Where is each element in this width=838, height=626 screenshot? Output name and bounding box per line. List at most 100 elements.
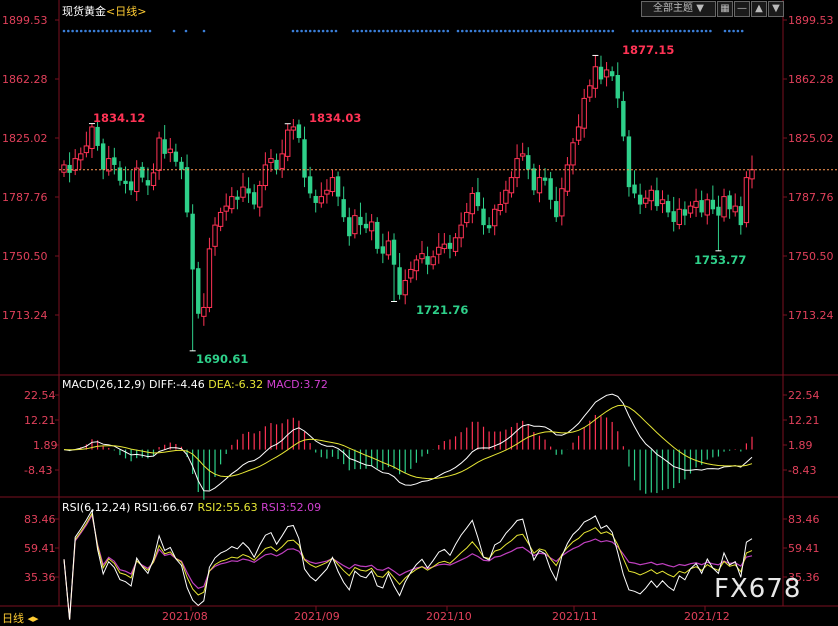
event-marker [373,29,377,33]
watermark-logo: FX678 [714,574,802,604]
period-tab[interactable]: 日线 ◂▸ [2,610,39,626]
event-marker [456,29,460,33]
x-tick-label: 2021/09 [294,610,340,623]
event-marker [291,29,295,33]
candle-body [363,223,369,229]
chevron-icon: ◂▸ [27,612,39,625]
down-icon[interactable]: ▼ [768,1,784,17]
candle-body [598,66,604,80]
candle-body [536,177,543,194]
candle-body [296,124,302,139]
candle-body [447,242,453,249]
event-marker [732,29,735,33]
event-marker [653,29,656,33]
event-marker [296,29,299,33]
candle-body [413,259,420,272]
event-marker [356,29,359,33]
event-marker [670,29,673,33]
event-marker [399,29,402,33]
candle-body [732,205,738,213]
event-marker [382,29,385,33]
candle-body [491,208,498,227]
event-marker [433,29,437,33]
candle-body [486,225,492,229]
candle-body [229,196,235,210]
candle-body [61,164,67,173]
candle-body [682,209,688,216]
candle-body [559,188,565,217]
event-marker [394,29,398,33]
event-marker [728,29,731,33]
candle-body [83,145,90,154]
candle-body [699,200,704,213]
candle-body [615,74,620,99]
candle-body [464,211,470,224]
event-marker [482,29,486,33]
event-marker [172,29,176,33]
grid-icon[interactable]: ▦ [717,1,733,17]
event-marker [465,29,468,33]
candle-body [687,205,694,214]
event-marker [412,29,415,33]
candle-body [592,66,599,89]
event-marker [547,29,550,33]
rsi1-line [63,508,753,620]
event-marker [512,29,516,33]
theme-label: 全部主题 [653,3,694,14]
rsi-panel [63,508,753,620]
candle-body [313,195,318,203]
event-marker [442,29,445,33]
rsi3-line [63,513,753,620]
event-marker [144,29,147,33]
candle-body [196,268,201,314]
price-tick-right: 1787.76 [788,191,834,204]
rsi1-value: RSI1:66.67 [133,501,195,514]
up-icon[interactable]: ▲ [751,1,767,17]
candle-body [581,97,587,129]
rsi-tick-left: 59.41 [24,542,56,555]
candle-body [318,196,325,204]
macd-dea-line [63,404,753,480]
event-marker [666,29,669,33]
event-marker [446,29,450,33]
candle-body [441,243,448,250]
event-marker [135,29,139,33]
candle-body [347,217,352,237]
event-marker [679,29,682,33]
event-marker [611,29,615,33]
event-marker [105,29,109,33]
candle-body [626,136,632,188]
candle-body [368,221,375,232]
event-marker [88,29,92,33]
minus-icon[interactable]: — [734,1,750,17]
candle-body [481,208,486,226]
candle-body [145,180,151,186]
event-marker [75,29,79,33]
event-marker [461,29,464,33]
candle-body [637,194,643,205]
event-marker [687,29,691,33]
theme-dropdown-button[interactable]: 全部主题 ▼ [641,1,716,17]
macd-dif-line [63,393,753,492]
candle-body [710,199,716,210]
event-marker [486,29,490,33]
event-marker [71,29,74,33]
rsi-title: RSI(6,12,24) [62,501,131,514]
price-tick-right: 1899.53 [788,14,834,27]
event-marker [62,29,66,33]
candle-body [570,142,576,166]
macd-dea-value: DEA:-6.32 [208,378,264,391]
candle-body [397,267,402,295]
event-marker [326,29,329,33]
event-marker [602,29,606,33]
chevron-down-icon: ▼ [696,3,704,14]
event-marker [407,29,411,33]
candle-body [235,196,240,200]
event-marker [437,29,441,33]
event-marker [114,29,117,33]
rsi-tick-left: 83.46 [24,513,56,526]
candle-body [206,248,213,308]
macd-tick-right: 1.89 [788,439,813,452]
macd-panel [63,393,753,500]
event-marker [473,29,477,33]
